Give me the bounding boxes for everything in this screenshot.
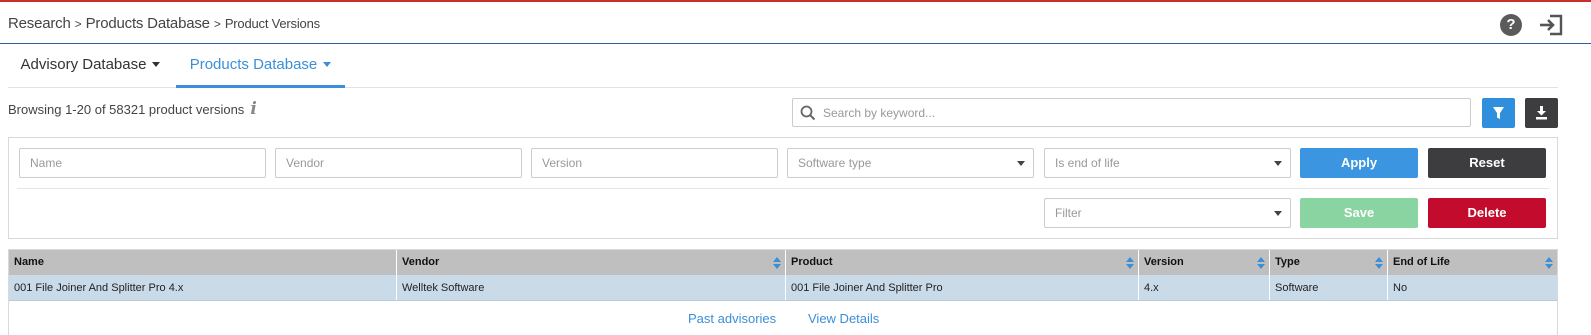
- reset-button[interactable]: Reset: [1428, 148, 1546, 178]
- column-header-label: End of Life: [1393, 256, 1450, 268]
- column-header-type[interactable]: Type: [1270, 250, 1388, 275]
- sort-icon[interactable]: [1545, 257, 1553, 269]
- cell-name: 001 File Joiner And Splitter Pro 4.x: [9, 275, 397, 300]
- column-header-product[interactable]: Product: [786, 250, 1139, 275]
- column-header-vendor[interactable]: Vendor: [397, 250, 786, 275]
- panel-divider: [17, 188, 1549, 189]
- funnel-icon: [1493, 107, 1504, 119]
- sort-icon[interactable]: [1126, 257, 1134, 269]
- column-header-label: Version: [1144, 256, 1184, 268]
- search-box: [792, 98, 1471, 127]
- sort-icon[interactable]: [1257, 257, 1265, 269]
- column-header-end-of-life[interactable]: End of Life: [1388, 250, 1557, 275]
- software-type-select[interactable]: Software type: [787, 148, 1034, 178]
- breadcrumb-product-versions: Product Versions: [224, 16, 320, 31]
- download-icon: [1536, 106, 1547, 120]
- breadcrumb-separator: >: [213, 17, 221, 31]
- info-icon[interactable]: i: [250, 99, 256, 119]
- end-of-life-value: Is end of life: [1055, 156, 1120, 170]
- sort-icon[interactable]: [773, 257, 781, 269]
- view-details-link[interactable]: View Details: [808, 311, 879, 326]
- search-icon: [800, 105, 816, 121]
- breadcrumb-products-database[interactable]: Products Database: [86, 15, 210, 32]
- saved-filter-select[interactable]: Filter: [1044, 198, 1291, 228]
- filter-toggle-button[interactable]: [1482, 98, 1515, 128]
- chevron-down-icon: [1017, 161, 1025, 166]
- past-advisories-link[interactable]: Past advisories: [688, 311, 776, 326]
- breadcrumb-separator: >: [74, 17, 82, 31]
- column-header-label: Product: [791, 256, 833, 268]
- vendor-field[interactable]: [275, 148, 522, 178]
- breadcrumb: Research > Products Database > Product V…: [8, 15, 320, 32]
- cell-product: 001 File Joiner And Splitter Pro: [786, 275, 1139, 300]
- cell-type: Software: [1270, 275, 1388, 300]
- filter-panel: Software type Is end of life Apply Reset…: [8, 137, 1558, 239]
- cell-vendor: Welltek Software: [397, 275, 786, 300]
- database-tabs: Advisory Database Products Database: [8, 46, 1558, 88]
- column-header-version[interactable]: Version: [1139, 250, 1270, 275]
- logout-icon[interactable]: [1538, 13, 1564, 37]
- name-field[interactable]: [19, 148, 266, 178]
- delete-button[interactable]: Delete: [1428, 198, 1546, 228]
- tab-label: Advisory Database: [20, 56, 147, 73]
- search-input[interactable]: [823, 101, 1463, 124]
- tab-advisory-database[interactable]: Advisory Database: [8, 46, 173, 88]
- chevron-down-icon: [1274, 211, 1282, 216]
- chevron-down-icon: [1274, 161, 1282, 166]
- chevron-down-icon: [323, 62, 332, 67]
- table-row[interactable]: 001 File Joiner And Splitter Pro 4.x Wel…: [9, 275, 1557, 301]
- tab-label: Products Database: [189, 56, 318, 73]
- column-header-label: Vendor: [402, 256, 440, 268]
- version-field[interactable]: [531, 148, 778, 178]
- save-button[interactable]: Save: [1300, 198, 1418, 228]
- tab-products-database[interactable]: Products Database: [176, 46, 345, 88]
- help-icon[interactable]: ?: [1500, 14, 1522, 36]
- cell-end-of-life: No: [1393, 282, 1408, 294]
- saved-filter-value: Filter: [1055, 206, 1082, 220]
- table-header-row: Name Vendor Product Version Type End of …: [9, 250, 1557, 275]
- end-of-life-select[interactable]: Is end of life: [1044, 148, 1291, 178]
- download-button[interactable]: [1525, 98, 1558, 128]
- sort-icon[interactable]: [1375, 257, 1383, 269]
- browse-summary: Browsing 1-20 of 58321 product versions …: [8, 99, 257, 119]
- breadcrumb-research[interactable]: Research: [8, 15, 71, 32]
- column-header-label: Name: [14, 256, 44, 268]
- column-header-name[interactable]: Name: [9, 250, 397, 275]
- browse-count-text: Browsing 1-20 of 58321 product versions: [8, 101, 245, 117]
- column-header-label: Type: [1275, 256, 1300, 268]
- header-bar: Research > Products Database > Product V…: [0, 2, 1591, 44]
- chevron-down-icon: [152, 62, 161, 67]
- cell-version: 4.x: [1139, 275, 1270, 300]
- software-type-value: Software type: [798, 156, 872, 170]
- apply-button[interactable]: Apply: [1300, 148, 1418, 178]
- product-versions-table: Name Vendor Product Version Type End of …: [8, 249, 1558, 335]
